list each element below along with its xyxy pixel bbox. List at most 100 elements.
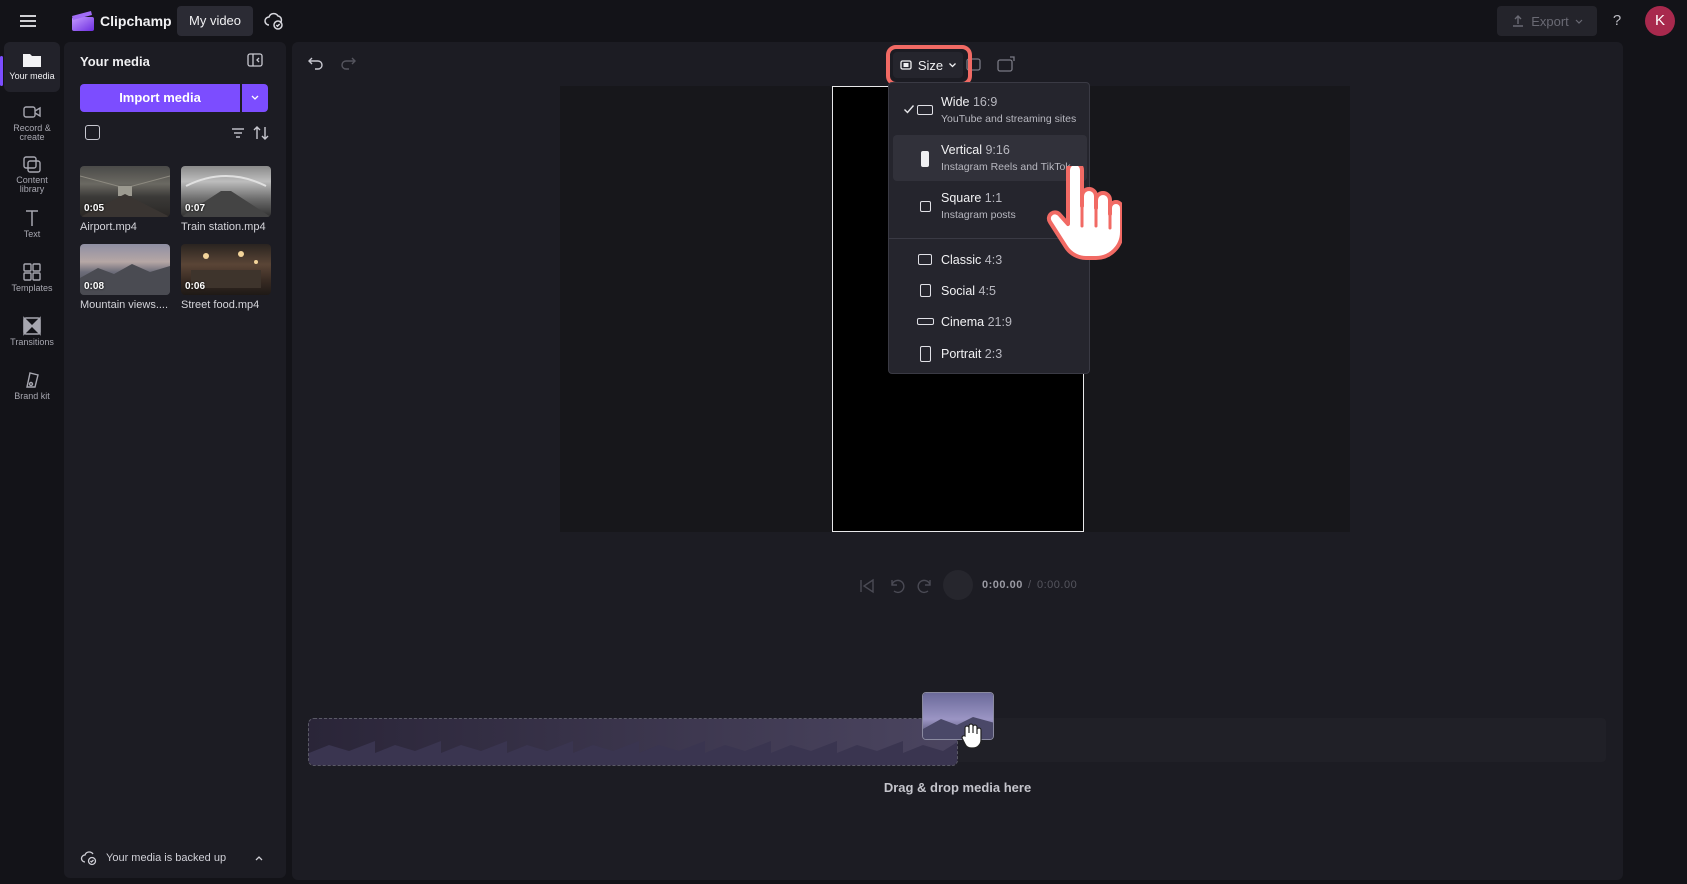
text-icon (26, 210, 38, 226)
media-item[interactable]: 0:05 Airport.mp4 (80, 166, 170, 233)
drop-hint: Drag & drop media here (883, 780, 1032, 795)
media-item[interactable]: 0:06 Street food.mp4 (181, 244, 271, 311)
cloud-check-icon (80, 851, 97, 866)
nav-item-label: Text (23, 229, 41, 239)
nav-item-label: Templates (11, 283, 53, 293)
cloud-sync-icon[interactable] (263, 10, 285, 32)
nav-item-your-media[interactable]: Your media (4, 42, 60, 92)
avatar[interactable]: K (1645, 6, 1675, 36)
portrait-ratio-icon (920, 346, 931, 362)
chevron-down-icon (1575, 19, 1583, 24)
duration-badge: 0:07 (185, 203, 206, 214)
top-bar: Clipchamp My video Export ? K (0, 0, 1687, 42)
vertical-ratio-icon (921, 151, 929, 167)
export-label: Export (1531, 13, 1569, 29)
wide-ratio-icon (917, 105, 933, 115)
timeline-filmstrip (309, 719, 957, 765)
play-button[interactable] (943, 570, 973, 600)
nav-item-transitions[interactable]: Transitions (4, 308, 60, 358)
media-item[interactable]: 0:07 Train station.mp4 (181, 166, 271, 233)
replace-icon[interactable] (995, 54, 1019, 76)
nav-item-text[interactable]: Text (4, 200, 60, 250)
size-option-portrait[interactable]: Portrait 2:3 (893, 340, 1087, 368)
option-label: Classic 4:3 (941, 253, 1003, 267)
size-option-social[interactable]: Social 4:5 (893, 278, 1087, 304)
chevron-up-icon[interactable] (254, 854, 264, 862)
clipchamp-logo-icon (71, 10, 95, 32)
select-all-checkbox[interactable] (85, 125, 100, 140)
app-name: Clipchamp (100, 13, 172, 29)
option-label: Wide 16:9 (941, 95, 998, 109)
time-separator: / (1028, 579, 1032, 591)
size-option-wide[interactable]: Wide 16:9 YouTube and streaming sites (893, 89, 1087, 129)
backup-text: Your media is backed up (106, 852, 227, 864)
nav-item-record-create[interactable]: Record & create (4, 94, 60, 144)
nav-item-content-library[interactable]: Content library (4, 146, 60, 196)
help-icon[interactable]: ? (1607, 10, 1627, 32)
forward-5s-icon[interactable] (916, 577, 934, 595)
active-indicator (0, 56, 3, 86)
thumbnail: 0:05 (80, 166, 170, 217)
rewind-5s-icon[interactable] (888, 577, 906, 595)
collapse-panel-icon[interactable] (246, 52, 264, 68)
option-label: Portrait 2:3 (941, 347, 1003, 361)
thumbnail: 0:06 (181, 244, 271, 295)
hand-pointer-icon (1046, 166, 1122, 260)
option-description: Instagram posts (941, 209, 1016, 221)
nav-item-label: Record & create (13, 123, 51, 142)
timeline-drop-zone[interactable] (308, 718, 958, 766)
panel-title: Your media (80, 54, 150, 69)
media-name: Mountain views.... (80, 299, 169, 311)
total-time: 0:00.00 (1037, 579, 1078, 591)
export-button[interactable]: Export (1497, 6, 1597, 36)
classic-ratio-icon (918, 254, 932, 265)
transitions-icon (23, 316, 41, 336)
chevron-down-icon (251, 95, 259, 100)
library-icon (23, 156, 41, 173)
editor-area: Size Wide 16:9 YouTube and streaming sit… (292, 42, 1623, 880)
filter-icon[interactable] (230, 126, 246, 140)
nav-item-label: Content library (16, 175, 48, 194)
media-item[interactable]: 0:08 Mountain views.... (80, 244, 170, 311)
nav-item-templates[interactable]: Templates (4, 254, 60, 304)
size-button-highlight (886, 45, 972, 86)
media-panel: Your media Import media 0:05 Airport.mp4… (64, 42, 286, 878)
duration-badge: 0:06 (185, 281, 206, 292)
thumbnail: 0:07 (181, 166, 271, 217)
duration-badge: 0:08 (84, 281, 105, 292)
nav-item-label: Transitions (10, 337, 54, 347)
square-ratio-icon (920, 201, 931, 212)
option-label: Vertical 9:16 (941, 143, 1010, 157)
templates-icon (23, 263, 41, 281)
import-options-button[interactable] (242, 84, 268, 112)
brand-kit-icon (26, 372, 39, 388)
hamburger-menu-icon[interactable] (14, 10, 42, 32)
project-title[interactable]: My video (177, 6, 254, 36)
duration-badge: 0:05 (84, 203, 105, 214)
upload-icon (1513, 15, 1524, 27)
nav-item-brand-kit[interactable]: Brand kit (4, 362, 60, 412)
option-label: Cinema 21:9 (941, 315, 1012, 329)
left-nav: Your media Record & create Content libra… (0, 42, 64, 884)
folder-icon (23, 54, 41, 67)
redo-icon[interactable] (339, 54, 357, 70)
skip-to-start-icon[interactable] (858, 577, 876, 595)
grab-hand-icon (961, 723, 982, 749)
backup-status: Your media is backed up (80, 848, 270, 868)
thumbnail: 0:08 (80, 244, 170, 295)
nav-item-label: Your media (9, 71, 55, 81)
size-option-cinema[interactable]: Cinema 21:9 (893, 309, 1087, 335)
option-description: YouTube and streaming sites (941, 113, 1077, 125)
media-name: Train station.mp4 (181, 221, 266, 233)
undo-icon[interactable] (307, 54, 325, 70)
media-name: Street food.mp4 (181, 299, 260, 311)
media-name: Airport.mp4 (80, 221, 137, 233)
nav-item-label: Brand kit (14, 391, 50, 401)
cinema-ratio-icon (917, 318, 934, 325)
option-label: Social 4:5 (941, 284, 996, 298)
import-media-button[interactable]: Import media (80, 84, 240, 112)
sort-icon[interactable] (252, 124, 270, 142)
option-label: Square 1:1 (941, 191, 1003, 205)
current-time: 0:00.00 (982, 579, 1023, 591)
camera-icon (23, 106, 41, 118)
